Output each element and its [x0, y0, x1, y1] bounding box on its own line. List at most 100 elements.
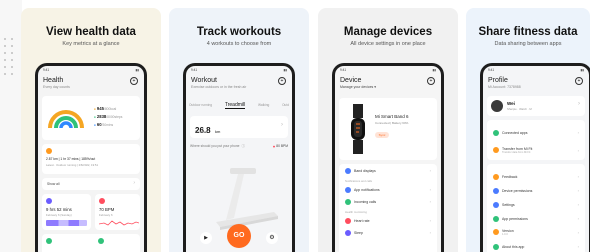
- distance-unit: km: [215, 129, 221, 134]
- distance-readout: 26.8 km: [195, 120, 220, 138]
- add-icon[interactable]: +: [130, 77, 138, 85]
- activity-rings-card[interactable]: ● 945/800kcal ● 2838/8000steps ● 60/30mi…: [42, 96, 140, 140]
- workout-tabs: Outdoor running Treadmill Walking Outd: [186, 100, 292, 110]
- sleep-label: Sleep: [354, 230, 363, 235]
- band-displays-row[interactable]: Band displays ›: [343, 166, 433, 175]
- app-notifications-label: App notifications: [354, 187, 380, 192]
- chevron-right-icon: ›: [429, 199, 431, 204]
- heart-icon: [345, 217, 351, 224]
- panel-subtitle: All device settings in one place: [350, 41, 426, 47]
- activity-card[interactable]: 2.87 km | 1 hr 37 mins | 185%/out Latest…: [42, 144, 140, 174]
- app-notifications-row[interactable]: App notifications ›: [343, 185, 433, 194]
- chevron-right-icon: ›: [429, 187, 431, 192]
- settings-button[interactable]: ⚙: [266, 232, 278, 244]
- chevron-right-icon: ›: [577, 147, 579, 153]
- battery-icon: ▮▮: [135, 68, 139, 72]
- settings-row[interactable]: Settings ›: [491, 200, 581, 209]
- heart-rate-graph: [99, 220, 139, 226]
- user-subtitle: Sharpie · Watch · M: [507, 107, 532, 111]
- chevron-right-icon: ›: [577, 216, 579, 221]
- go-button[interactable]: GO: [227, 224, 251, 248]
- app-title: Workout: [191, 77, 217, 84]
- distance-label: Distance: [195, 130, 208, 134]
- sleep-card[interactable]: 9 hrs 52 mins February 6 (Sunday): [42, 194, 91, 230]
- device-permissions-label: Device permissions: [502, 188, 533, 193]
- add-icon[interactable]: +: [575, 77, 583, 85]
- about-row[interactable]: About this app ›: [491, 242, 581, 251]
- device-name: Mi Smart Band 6: [375, 114, 409, 119]
- metric-calories: ● 945/800kcal: [94, 106, 117, 111]
- battery-icon: ▮▮: [283, 68, 287, 72]
- metric-calories-unit: /800kcal: [103, 107, 117, 111]
- sleep-row[interactable]: Sleep ›: [343, 228, 433, 237]
- phone-placement-prompt: Where should you put your phone: [190, 144, 240, 148]
- metric-minutes: ● 60/30mins: [94, 122, 114, 127]
- panel-subtitle: Key metrics at a glance: [62, 41, 120, 47]
- phone-frame: 9:41 ▮▮ Device Manage your devices ▾ + Mi…: [332, 63, 444, 252]
- panel-title: View health data: [46, 26, 136, 38]
- status-bar: 9:41 ▮▮: [483, 66, 589, 76]
- sleep-bars: [46, 220, 87, 226]
- sleep-value: 9 hrs 52 mins: [46, 207, 72, 212]
- device-permissions-row[interactable]: Device permissions ›: [491, 186, 581, 195]
- shield-icon: [493, 187, 499, 194]
- battery-icon: ▮▮: [580, 68, 584, 72]
- connected-apps-label: Connected apps: [502, 130, 528, 135]
- app-permissions-row[interactable]: App permissions ›: [491, 214, 581, 223]
- phone-frame: 9:41 ▮▮ Health Every day counts + ● 945/8…: [35, 63, 147, 252]
- activity-rings-icon: [48, 110, 84, 129]
- show-all-link[interactable]: Show all ›: [42, 178, 140, 190]
- about-label: About this app: [502, 244, 525, 249]
- heart-note: 80 BPM: [276, 144, 288, 148]
- sync-button[interactable]: Sync: [375, 132, 389, 138]
- tab-outdoor-running[interactable]: Outdoor running: [189, 103, 212, 107]
- status-time: 9:41: [191, 68, 198, 72]
- app-title: Profile: [488, 77, 508, 84]
- info-icon: [493, 243, 499, 250]
- device-selector[interactable]: Manage your devices ▾: [335, 84, 441, 89]
- notification-icon: [345, 186, 351, 193]
- avatar: [491, 100, 503, 112]
- tab-walking[interactable]: Walking: [258, 103, 269, 107]
- app-subtitle: Exercise outdoors or in the fresh air: [191, 85, 247, 89]
- incoming-calls-label: Incoming calls: [354, 199, 377, 204]
- metric-minutes-unit: /30mins: [101, 123, 114, 127]
- panel-subtitle: Data sharing between apps: [494, 41, 562, 47]
- phone-icon: [345, 198, 351, 205]
- stress-icon: [46, 238, 52, 244]
- panel-workouts: Track workouts 4 workouts to choose from…: [169, 8, 309, 252]
- chevron-right-icon: ›: [429, 218, 431, 223]
- status-time: 9:41: [488, 68, 495, 72]
- app-title: Device: [340, 77, 362, 84]
- show-all-label: Show all: [47, 182, 60, 186]
- app-subtitle: Mi Account: 7378988: [488, 85, 521, 89]
- heart-rate-card[interactable]: 70 BPM February 6: [95, 194, 140, 230]
- metric-steps-value: 2838: [96, 114, 107, 119]
- phone-frame: 9:41 ▮▮ Workout Exercise outdoors or in t…: [183, 63, 295, 252]
- treadmill-illustration: [216, 168, 278, 230]
- heart-icon: [99, 198, 105, 204]
- version-row[interactable]: Version 1.0.0 ›: [491, 226, 581, 238]
- device-card[interactable]: Mi Smart Band 6 Connected | Battery 60% …: [339, 98, 437, 160]
- sleep-label: February 6 (Sunday): [46, 213, 72, 217]
- distance-card[interactable]: 26.8 km Distance ›: [190, 116, 288, 138]
- transfer-row[interactable]: Transfer from Mi Fit Transfer data from …: [491, 144, 581, 156]
- heart-icon: ♥: [272, 143, 276, 149]
- incoming-calls-row[interactable]: Incoming calls ›: [343, 197, 433, 206]
- status-time: 9:41: [43, 68, 50, 72]
- connected-apps-row[interactable]: Connected apps ›: [491, 128, 581, 137]
- chevron-right-icon: ›: [577, 174, 579, 179]
- feedback-row[interactable]: Feedback ›: [491, 172, 581, 181]
- chevron-right-icon: ›: [577, 188, 579, 193]
- add-icon[interactable]: +: [427, 77, 435, 85]
- add-icon[interactable]: +: [278, 77, 286, 85]
- tab-outdoor-cycling[interactable]: Outd: [282, 103, 289, 107]
- metric-calories-value: 945: [96, 106, 104, 111]
- chevron-right-icon: ›: [429, 168, 431, 173]
- user-card[interactable]: Wei Sharpie · Watch · M ›: [487, 96, 585, 116]
- lock-button[interactable]: ▶: [200, 232, 212, 244]
- tab-treadmill[interactable]: Treadmill: [224, 102, 246, 109]
- heart-rate-row[interactable]: Heart rate ›: [343, 216, 433, 225]
- metrics-list: ● 945/800kcal ● 2838/8000steps ● 60/30mi…: [94, 106, 122, 127]
- phone-placement-row[interactable]: Where should you put your phone ⓘ ♥ 80 B…: [190, 142, 288, 150]
